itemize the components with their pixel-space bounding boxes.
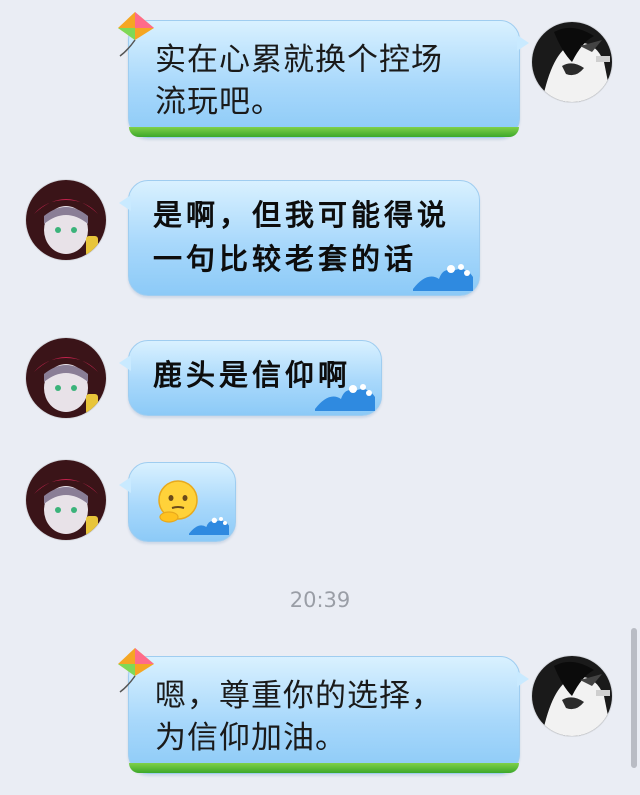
kite-icon: [118, 12, 154, 57]
wave-icon: [413, 264, 473, 291]
self-avatar[interactable]: [532, 656, 612, 736]
friend-avatar[interactable]: [26, 460, 106, 540]
scrollbar[interactable]: [631, 628, 637, 768]
message-text-1: 实在心累就换个控场 流玩吧。: [155, 42, 443, 120]
kite-icon: [118, 648, 154, 693]
wave-icon: [315, 384, 375, 411]
message-bubble-5[interactable]: 嗯，尊重你的选择， 为信仰加油。: [128, 656, 529, 774]
grass-strip: [129, 127, 519, 137]
grass-strip: [129, 763, 519, 773]
message-bubble-3[interactable]: 鹿头是信仰啊: [119, 340, 382, 416]
wave-icon: [189, 517, 229, 535]
message-bubble-4[interactable]: [119, 462, 236, 542]
message-bubble-2[interactable]: 是啊，但我可能得说 一句比较老套的话: [119, 180, 480, 296]
friend-avatar[interactable]: [26, 338, 106, 418]
timestamp: 20:39: [289, 588, 351, 612]
message-bubble-1[interactable]: 实在心累就换个控场 流玩吧。: [128, 20, 529, 138]
self-avatar[interactable]: [532, 22, 612, 102]
message-text-5: 嗯，尊重你的选择， 为信仰加油。: [155, 678, 443, 756]
friend-avatar[interactable]: [26, 180, 106, 260]
message-text-2: 是啊，但我可能得说 一句比较老套的话: [153, 198, 451, 276]
